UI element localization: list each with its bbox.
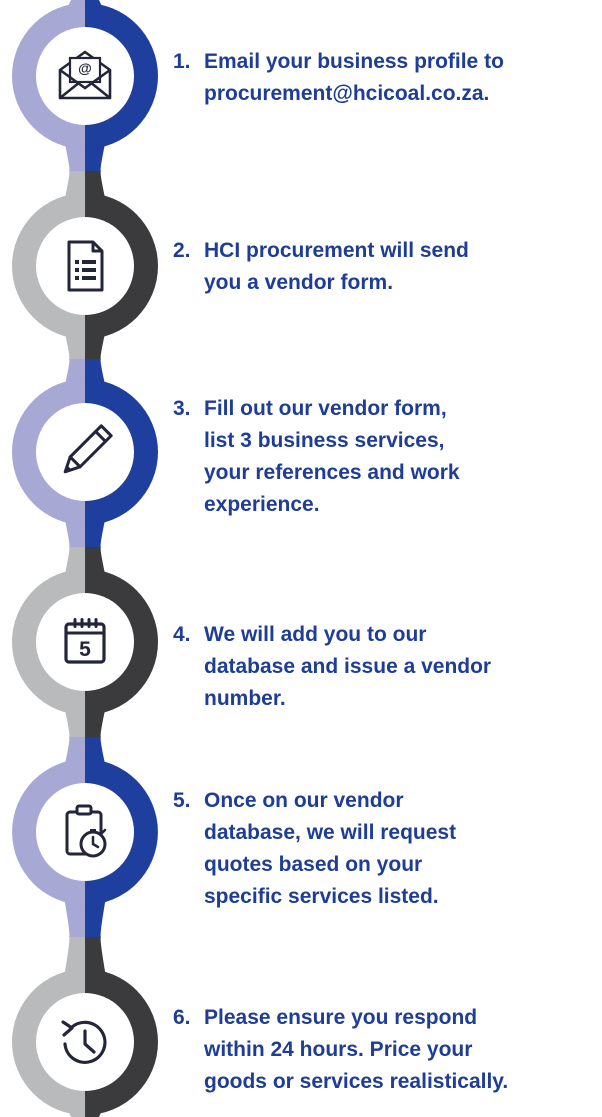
step-4-line-3: number. bbox=[204, 687, 286, 710]
step-2-line-1: HCI procurement will send bbox=[204, 239, 469, 262]
timeline-graphic: @5 bbox=[12, 0, 158, 1117]
step-2-text: 2. HCI procurement will send you a vendor… bbox=[173, 235, 469, 299]
step-1-text: 1. Email your business profile to procure… bbox=[173, 46, 504, 110]
step-4-line-1: We will add you to our bbox=[204, 623, 427, 646]
svg-text:@: @ bbox=[78, 60, 92, 76]
step-3-text: 3. Fill out our vendor form, list 3 busin… bbox=[173, 393, 460, 521]
step-3-line-4: experience. bbox=[204, 493, 320, 516]
clipboard-timer-icon bbox=[65, 804, 107, 858]
step-5-text: 5. Once on our vendor database, we will r… bbox=[173, 785, 456, 913]
step-5-line-2: database, we will request bbox=[204, 821, 457, 844]
step-5-line-3: quotes based on your bbox=[204, 853, 423, 876]
step-5-line-1: Once on our vendor bbox=[204, 789, 404, 812]
calendar-icon: 5 bbox=[64, 618, 106, 664]
step-2-line-2: you a vendor form. bbox=[204, 271, 394, 294]
step-6-text: 6. Please ensure you respond within 24 ho… bbox=[173, 1002, 508, 1098]
step-5-number: 5. bbox=[173, 789, 191, 812]
step-2-number: 2. bbox=[173, 239, 191, 262]
calendar-day-number: 5 bbox=[79, 638, 91, 661]
step-1-line-2: procurement@hcicoal.co.za. bbox=[204, 82, 490, 105]
step-3-number: 3. bbox=[173, 397, 191, 420]
document-form-icon bbox=[67, 240, 104, 292]
step-1-line-1: Email your business profile to bbox=[204, 50, 504, 73]
step-4-line-2: database and issue a vendor bbox=[204, 655, 492, 678]
step-6-line-3: goods or services realistically. bbox=[204, 1070, 509, 1093]
step-6-number: 6. bbox=[173, 1006, 191, 1029]
step-3-line-2: list 3 business services, bbox=[204, 429, 445, 452]
step-3-line-3: your references and work bbox=[204, 461, 460, 484]
step-4-number: 4. bbox=[173, 623, 191, 646]
step-5-line-4: specific services listed. bbox=[204, 885, 439, 908]
step-6-line-2: within 24 hours. Price your bbox=[204, 1038, 473, 1061]
step-1-number: 1. bbox=[173, 50, 191, 73]
step-3-line-1: Fill out our vendor form, bbox=[204, 397, 447, 420]
step-6-line-1: Please ensure you respond bbox=[204, 1006, 478, 1029]
step-4-text: 4. We will add you to our database and is… bbox=[173, 619, 491, 715]
